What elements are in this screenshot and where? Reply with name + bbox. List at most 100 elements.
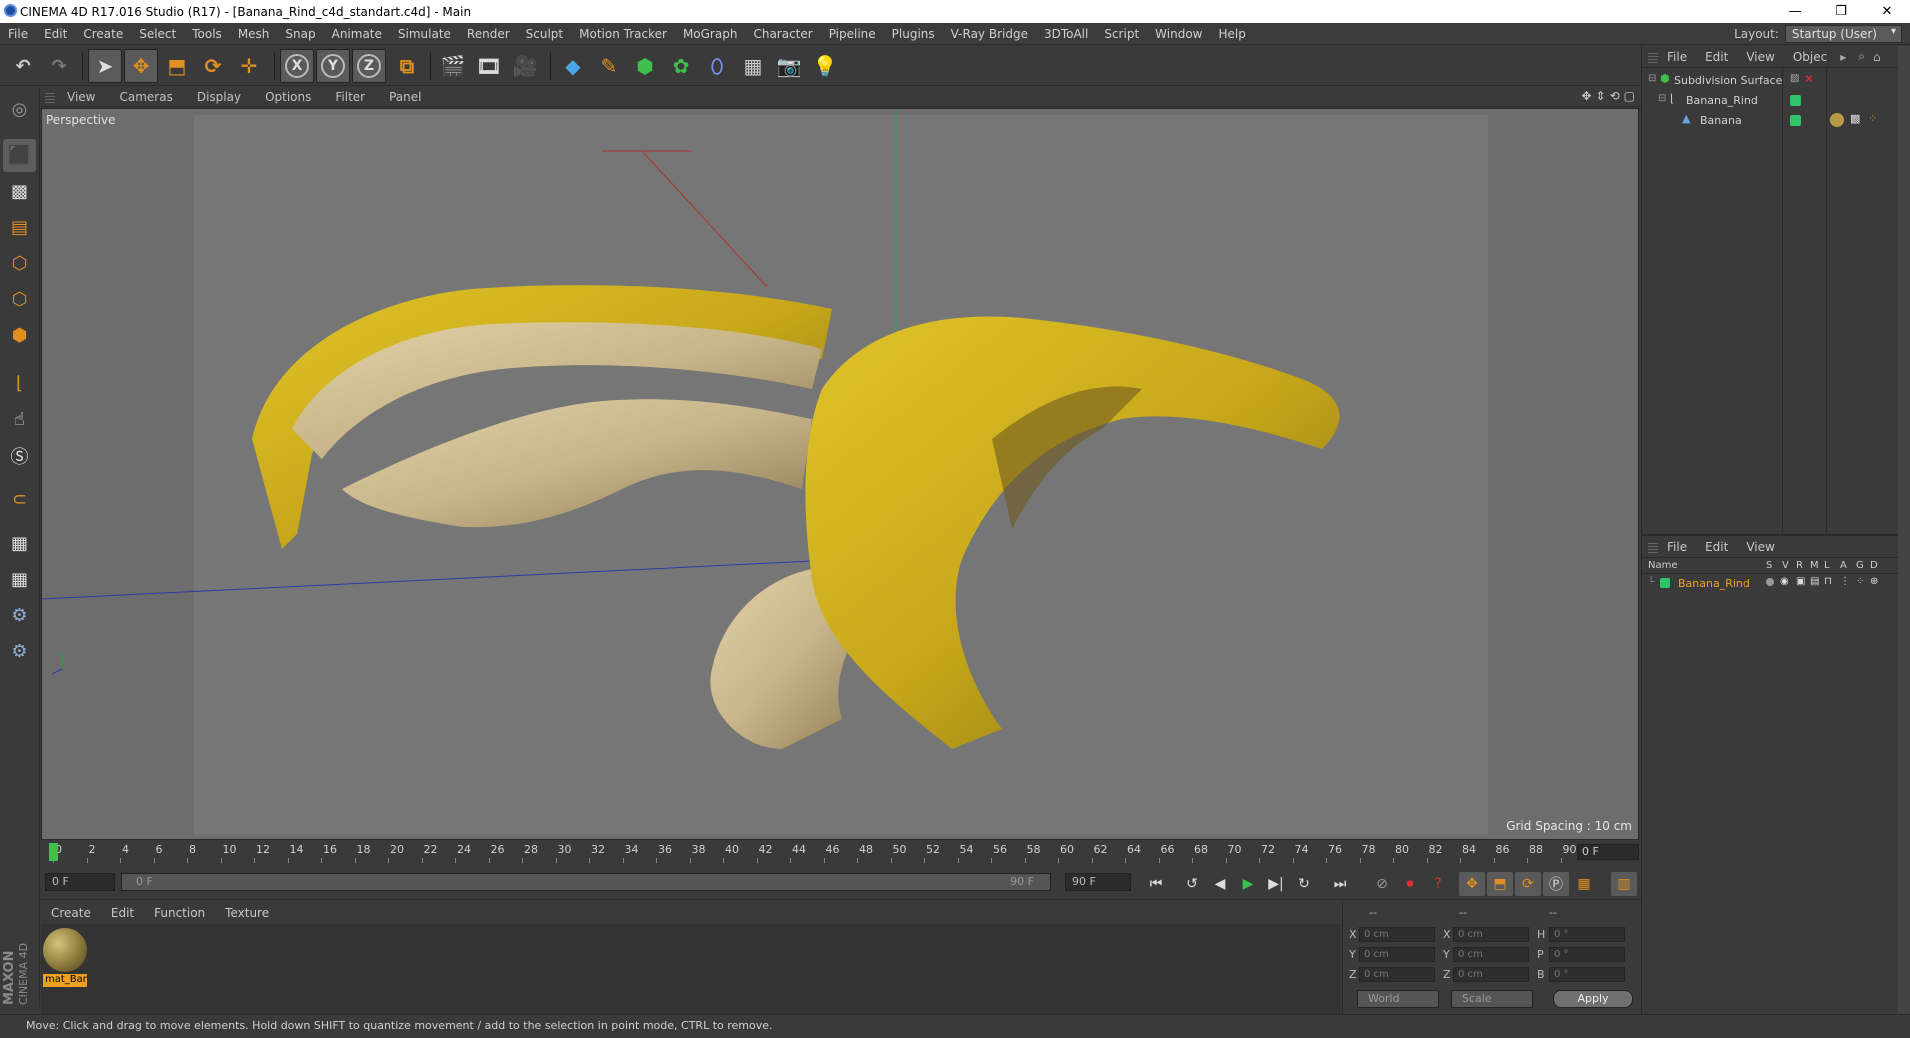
- record-active-objects-icon[interactable]: ⊘: [1369, 872, 1395, 896]
- python-script-icon[interactable]: ⚙: [3, 599, 36, 632]
- material-menu-texture[interactable]: Texture: [215, 906, 279, 920]
- workplane-mode-icon[interactable]: ▤: [3, 211, 36, 244]
- visibility-dot-icon[interactable]: [1790, 115, 1801, 126]
- menu-motion-tracker[interactable]: Motion Tracker: [571, 27, 675, 41]
- restore-button[interactable]: ❐: [1818, 0, 1864, 23]
- record-point-level-icon[interactable]: ▦: [1571, 872, 1597, 896]
- material-menu-function[interactable]: Function: [144, 906, 215, 920]
- menu-snap[interactable]: Snap: [277, 27, 323, 41]
- size-x-field[interactable]: 0 cm: [1453, 927, 1529, 942]
- subdivision-surface-icon[interactable]: ⬢: [628, 49, 662, 83]
- menu-3dtoall[interactable]: 3DToAll: [1036, 27, 1096, 41]
- render-settings-icon[interactable]: 🎥: [508, 49, 542, 83]
- autokeying-icon[interactable]: ⏺: [1397, 872, 1423, 896]
- layer-menu-file[interactable]: File: [1658, 540, 1696, 554]
- next-frame-icon[interactable]: ▶|: [1263, 872, 1289, 896]
- object-name[interactable]: Subdivision Surface: [1674, 74, 1782, 87]
- points-mode-icon[interactable]: ⬡: [3, 247, 36, 280]
- manager-icon[interactable]: ▤: [1810, 576, 1819, 587]
- position-x-field[interactable]: 0 cm: [1359, 927, 1435, 942]
- go-to-end-icon[interactable]: ⏭: [1327, 872, 1353, 896]
- menu-vray-bridge[interactable]: V-Ray Bridge: [943, 27, 1036, 41]
- object-menu-edit[interactable]: Edit: [1696, 50, 1737, 64]
- expand-toggle-icon[interactable]: ⊟: [1648, 73, 1656, 84]
- rotation-b-field[interactable]: 0 °: [1549, 967, 1625, 982]
- texture-mode-icon[interactable]: ▩: [3, 175, 36, 208]
- layer-row[interactable]: └ Banana_Rind ◉ ▣ ▤ ⊓ ⋮ ⁘ ⊕: [1642, 576, 1910, 592]
- menu-tools[interactable]: Tools: [184, 27, 230, 41]
- polygons-mode-icon[interactable]: ⬢: [3, 319, 36, 352]
- previous-key-icon[interactable]: ↺: [1179, 872, 1205, 896]
- z-axis-lock-icon[interactable]: Z: [352, 49, 386, 83]
- rotation-h-field[interactable]: 0 °: [1549, 927, 1625, 942]
- record-rotation-icon[interactable]: ⟳: [1515, 872, 1541, 896]
- undo-icon[interactable]: ↶: [6, 49, 40, 83]
- rotation-p-field[interactable]: 0 °: [1549, 947, 1625, 962]
- material-menu-edit[interactable]: Edit: [101, 906, 144, 920]
- perspective-viewport[interactable]: Perspective Grid Spacing: 10 cm: [41, 108, 1639, 840]
- model-mode-icon[interactable]: ⬛: [3, 139, 36, 172]
- expand-toggle-icon[interactable]: ⊟: [1658, 93, 1666, 104]
- menu-simulate[interactable]: Simulate: [390, 27, 459, 41]
- position-z-field[interactable]: 0 cm: [1359, 967, 1435, 982]
- mograph-cloner-icon[interactable]: ✿: [664, 49, 698, 83]
- viewport-maximize-icon[interactable]: ▢: [1624, 89, 1635, 103]
- object-menu-file[interactable]: File: [1658, 50, 1696, 64]
- object-name[interactable]: Banana_Rind: [1686, 94, 1758, 107]
- locked-workplane-icon[interactable]: ▦: [3, 527, 36, 560]
- menu-pipeline[interactable]: Pipeline: [821, 27, 884, 41]
- y-axis-lock-icon[interactable]: Y: [316, 49, 350, 83]
- rotate-tool-icon[interactable]: ⟳: [196, 49, 230, 83]
- deformer-icon[interactable]: ⊕: [1870, 576, 1878, 587]
- material-tag-icon[interactable]: [1830, 113, 1844, 127]
- next-key-icon[interactable]: ↻: [1291, 872, 1317, 896]
- end-frame-field[interactable]: 90 F: [1065, 873, 1131, 891]
- previous-frame-icon[interactable]: ◀: [1207, 872, 1233, 896]
- panel-grip-icon[interactable]: [1648, 50, 1658, 63]
- spline-pen-icon[interactable]: ✎: [592, 49, 626, 83]
- menu-render[interactable]: Render: [459, 27, 518, 41]
- layer-menu-view[interactable]: View: [1737, 540, 1783, 554]
- cube-object-icon[interactable]: ◆: [556, 49, 590, 83]
- move-tool-icon[interactable]: ✥: [124, 49, 158, 83]
- start-frame-field[interactable]: 0 F: [45, 873, 115, 891]
- timeline-window-icon[interactable]: ▥: [1611, 872, 1637, 896]
- current-frame-field[interactable]: 0 F: [1577, 844, 1639, 860]
- menu-file[interactable]: File: [0, 27, 36, 41]
- coordinate-space-dropdown[interactable]: World: [1357, 990, 1439, 1008]
- play-forward-icon[interactable]: ▶: [1235, 872, 1261, 896]
- object-row-banana[interactable]: ▲ Banana ▩ ⁘: [1642, 112, 1910, 130]
- close-button[interactable]: ✕: [1864, 0, 1910, 23]
- axis-mode-icon[interactable]: ⌊: [3, 367, 36, 400]
- record-position-icon[interactable]: ✥: [1459, 872, 1485, 896]
- magnet-icon[interactable]: ⊂: [3, 483, 36, 516]
- panel-grip-icon[interactable]: [45, 90, 55, 103]
- apply-button[interactable]: Apply: [1553, 990, 1633, 1008]
- scale-tool-icon[interactable]: ⬒: [160, 49, 194, 83]
- view-eye-icon[interactable]: ◉: [1780, 576, 1789, 587]
- phong-tag-icon[interactable]: ⁘: [1868, 112, 1877, 125]
- material-thumbnail[interactable]: [43, 928, 87, 972]
- render-view-icon[interactable]: 🎬: [436, 49, 470, 83]
- menu-help[interactable]: Help: [1210, 27, 1253, 41]
- menu-create[interactable]: Create: [75, 27, 131, 41]
- material-menu-create[interactable]: Create: [41, 906, 101, 920]
- record-scale-icon[interactable]: ⬒: [1487, 872, 1513, 896]
- record-parameter-icon[interactable]: Ⓟ: [1543, 872, 1569, 896]
- home-icon[interactable]: ⌂: [1873, 50, 1881, 64]
- visibility-dot-icon[interactable]: [1790, 95, 1801, 106]
- viewport-menu-panel[interactable]: Panel: [377, 90, 433, 104]
- search-icon[interactable]: ⌕: [1858, 49, 1865, 64]
- size-mode-dropdown[interactable]: Scale: [1451, 990, 1533, 1008]
- minimize-button[interactable]: —: [1772, 0, 1818, 23]
- tweak-mode-icon[interactable]: ☝: [3, 403, 36, 436]
- position-y-field[interactable]: 0 cm: [1359, 947, 1435, 962]
- python-script-2-icon[interactable]: ⚙: [3, 635, 36, 668]
- planar-workplane-icon[interactable]: ▦: [3, 563, 36, 596]
- floor-scene-icon[interactable]: ▦: [736, 49, 770, 83]
- menu-overflow-icon[interactable]: ▸: [1840, 50, 1846, 64]
- lock-icon[interactable]: ⊓: [1824, 576, 1832, 587]
- deformer-bend-icon[interactable]: ⬯: [700, 49, 734, 83]
- viewport-menu-view[interactable]: View: [55, 90, 107, 104]
- viewport-zoom-icon[interactable]: ⇕: [1596, 89, 1606, 103]
